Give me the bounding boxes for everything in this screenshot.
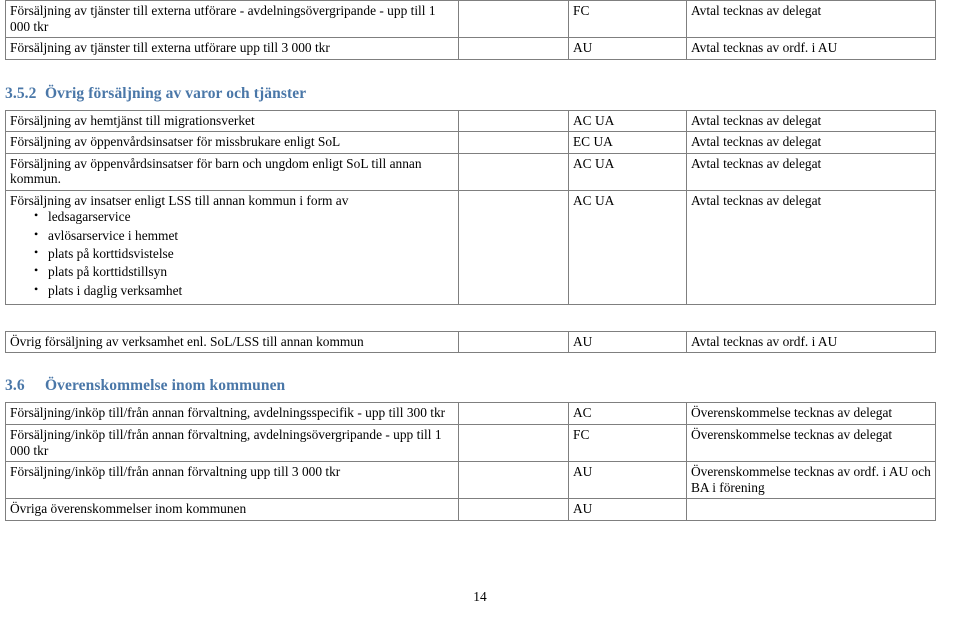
table-ovrig-forsaljning: Övrig försäljning av verksamhet enl. SoL…	[5, 330, 936, 354]
cell-note: Avtal tecknas av ordf. i AU	[686, 330, 936, 354]
table-row: Försäljning/inköp till/från annan förval…	[5, 402, 936, 426]
cell-note: Avtal tecknas av delegat	[686, 109, 936, 133]
cell-delegate-code: AC UA	[568, 109, 687, 133]
table-3-5-2: Försäljning av hemtjänst till migrations…	[5, 109, 936, 305]
cell-blank	[458, 189, 569, 305]
cell-activity: Försäljning/inköp till/från annan förval…	[5, 424, 459, 463]
cell-blank	[458, 109, 569, 133]
cell-delegate-code: AC	[568, 402, 687, 426]
cell-blank	[458, 402, 569, 426]
table-row: Försäljning/inköp till/från annan förval…	[5, 461, 936, 500]
activity-bullet-list: ledsagarservice avlösarservice i hemmet …	[10, 208, 454, 299]
cell-blank	[458, 131, 569, 154]
section-number: 3.6	[5, 377, 25, 395]
document-page: Försäljning av tjänster till externa utf…	[0, 0, 960, 619]
table-row: Försäljning av insatser enligt LSS till …	[5, 189, 936, 305]
section-number: 3.5.2	[5, 84, 37, 102]
cell-blank	[458, 498, 569, 521]
table-row: Övriga överenskommelser inom kommunen AU	[5, 498, 936, 521]
cell-blank	[458, 330, 569, 354]
list-item: avlösarservice i hemmet	[34, 227, 454, 244]
section-heading-3-5-2: 3.5.2 Övrig försäljning av varor och tjän…	[0, 85, 960, 103]
table-row: Försäljning av öppenvårdsinsatser för mi…	[5, 131, 936, 154]
section-title: Överenskommelse inom kommunen	[45, 377, 286, 395]
table-row: Försäljning av tjänster till externa utf…	[5, 37, 936, 60]
cell-activity: Försäljning/inköp till/från annan förval…	[5, 402, 459, 426]
cell-blank	[458, 424, 569, 463]
page-number: 14	[473, 589, 487, 604]
cell-blank	[458, 37, 569, 60]
cell-activity: Försäljning av tjänster till externa utf…	[5, 37, 459, 60]
cell-delegate-code: EC UA	[568, 131, 687, 154]
cell-note: Överenskommelse tecknas av ordf. i AU oc…	[686, 461, 936, 500]
cell-activity: Försäljning av hemtjänst till migrations…	[5, 109, 459, 133]
cell-blank	[458, 0, 569, 39]
cell-delegate-code: AU	[568, 37, 687, 60]
table-3-6: Försäljning/inköp till/från annan förval…	[5, 402, 936, 521]
list-item: plats på korttidstillsyn	[34, 263, 454, 280]
cell-note	[686, 498, 936, 521]
cell-delegate-code: FC	[568, 424, 687, 463]
table-row: Försäljning av tjänster till externa utf…	[5, 0, 936, 39]
table-row: Försäljning av öppenvårdsinsatser för ba…	[5, 152, 936, 191]
cell-note: Avtal tecknas av delegat	[686, 189, 936, 305]
section-heading-3-6: 3.6 Överenskommelse inom kommunen	[0, 377, 960, 395]
cell-note: Överenskommelse tecknas av delegat	[686, 424, 936, 463]
cell-activity-lead: Försäljning av insatser enligt LSS till …	[10, 192, 349, 208]
cell-note: Avtal tecknas av delegat	[686, 131, 936, 154]
cell-activity: Försäljning av tjänster till externa utf…	[5, 0, 459, 39]
list-item: plats i daglig verksamhet	[34, 282, 454, 299]
cell-blank	[458, 461, 569, 500]
cell-activity: Försäljning av öppenvårdsinsatser för mi…	[5, 131, 459, 154]
cell-activity-with-list: Försäljning av insatser enligt LSS till …	[5, 189, 459, 305]
cell-delegate-code: AC UA	[568, 189, 687, 305]
table-row: Övrig försäljning av verksamhet enl. SoL…	[5, 330, 936, 354]
cell-blank	[458, 152, 569, 191]
list-item: plats på korttidsvistelse	[34, 245, 454, 262]
table-row: Försäljning/inköp till/från annan förval…	[5, 424, 936, 463]
cell-activity: Övriga överenskommelser inom kommunen	[5, 498, 459, 521]
cell-note: Avtal tecknas av delegat	[686, 0, 936, 39]
cell-delegate-code: AU	[568, 330, 687, 354]
table-continuation-3-5-1: Försäljning av tjänster till externa utf…	[5, 0, 936, 60]
cell-activity: Försäljning av öppenvårdsinsatser för ba…	[5, 152, 459, 191]
list-item: ledsagarservice	[34, 208, 454, 225]
cell-note: Avtal tecknas av ordf. i AU	[686, 37, 936, 60]
cell-delegate-code: AC UA	[568, 152, 687, 191]
cell-delegate-code: AU	[568, 461, 687, 500]
cell-note: Avtal tecknas av delegat	[686, 152, 936, 191]
section-title: Övrig försäljning av varor och tjänster	[45, 84, 307, 102]
cell-delegate-code: FC	[568, 0, 687, 39]
table-row: Försäljning av hemtjänst till migrations…	[5, 109, 936, 133]
cell-activity: Övrig försäljning av verksamhet enl. SoL…	[5, 330, 459, 354]
cell-note: Överenskommelse tecknas av delegat	[686, 402, 936, 426]
cell-delegate-code: AU	[568, 498, 687, 521]
cell-activity: Försäljning/inköp till/från annan förval…	[5, 461, 459, 500]
